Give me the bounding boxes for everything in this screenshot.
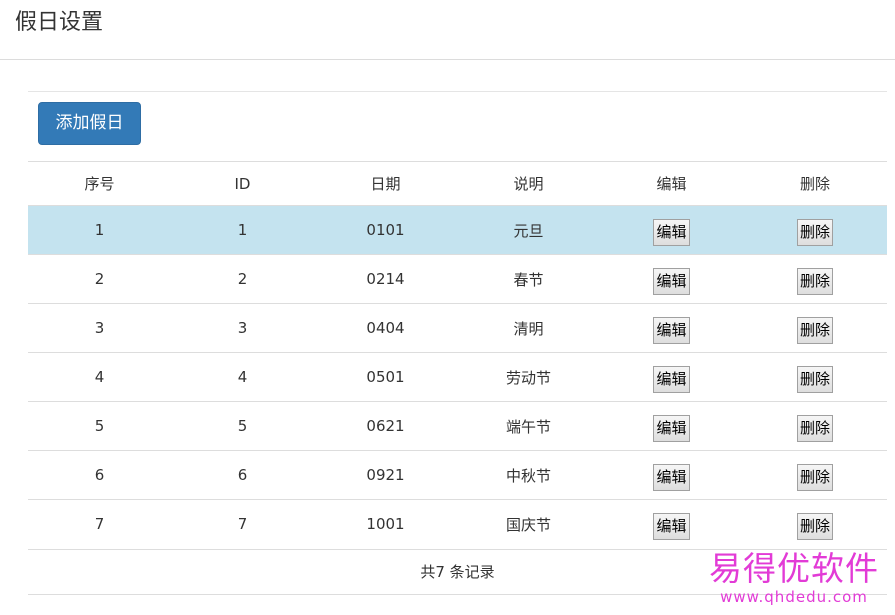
cell-date: 1001 <box>314 499 457 548</box>
table-row: 4 4 0501 劳动节 编辑 删除 <box>28 352 887 402</box>
holiday-settings-page: 假日设置 添加假日 序号 ID 日期 说明 编辑 删除 1 1 0101 元旦 编辑 删除… <box>0 0 895 615</box>
edit-button[interactable]: 编辑 <box>653 463 690 491</box>
cell-edit: 编辑 <box>600 254 743 304</box>
cell-description: 春节 <box>457 254 600 304</box>
table-row: 1 1 0101 元旦 编辑 删除 <box>28 205 887 255</box>
cell-seq: 5 <box>28 401 171 451</box>
edit-button[interactable]: 编辑 <box>653 267 690 295</box>
cell-date: 0214 <box>314 254 457 304</box>
cell-id: 1 <box>171 205 314 255</box>
delete-button[interactable]: 删除 <box>796 463 833 491</box>
add-holiday-button[interactable]: 添加假日 <box>38 102 141 145</box>
column-header-description: 说明 <box>457 161 600 206</box>
cell-edit: 编辑 <box>600 401 743 451</box>
delete-button[interactable]: 删除 <box>796 316 833 344</box>
cell-delete: 删除 <box>743 401 887 451</box>
column-header-edit: 编辑 <box>600 161 743 206</box>
edit-button[interactable]: 编辑 <box>653 512 690 540</box>
delete-button[interactable]: 删除 <box>796 414 833 442</box>
cell-date: 0501 <box>314 352 457 402</box>
cell-id: 2 <box>171 254 314 304</box>
edit-button[interactable]: 编辑 <box>653 365 690 393</box>
cell-id: 3 <box>171 303 314 353</box>
cell-id: 4 <box>171 352 314 402</box>
delete-button[interactable]: 删除 <box>796 365 833 393</box>
column-header-delete: 删除 <box>743 161 887 206</box>
cell-id: 7 <box>171 499 314 548</box>
cell-seq: 6 <box>28 450 171 500</box>
cell-edit: 编辑 <box>600 352 743 402</box>
edit-button[interactable]: 编辑 <box>653 316 690 344</box>
holiday-panel: 添加假日 序号 ID 日期 说明 编辑 删除 1 1 0101 元旦 编辑 删除 2 2 021… <box>28 91 887 595</box>
cell-seq: 4 <box>28 352 171 402</box>
cell-date: 0404 <box>314 303 457 353</box>
table-row: 5 5 0621 端午节 编辑 删除 <box>28 401 887 451</box>
cell-date: 0621 <box>314 401 457 451</box>
delete-button[interactable]: 删除 <box>796 267 833 295</box>
table-row: 2 2 0214 春节 编辑 删除 <box>28 254 887 304</box>
cell-delete: 删除 <box>743 254 887 304</box>
watermark-title: 易得优软件 <box>709 549 879 588</box>
cell-seq: 3 <box>28 303 171 353</box>
column-header-id: ID <box>171 161 314 206</box>
page-header: 假日设置 <box>0 0 895 60</box>
cell-edit: 编辑 <box>600 205 743 255</box>
cell-id: 6 <box>171 450 314 500</box>
table-header-row: 序号 ID 日期 说明 编辑 删除 <box>28 161 887 206</box>
cell-seq: 2 <box>28 254 171 304</box>
cell-id: 5 <box>171 401 314 451</box>
cell-edit: 编辑 <box>600 303 743 353</box>
watermark-url: www.qhdedu.com <box>720 588 868 606</box>
cell-description: 清明 <box>457 303 600 353</box>
cell-seq: 7 <box>28 499 171 548</box>
watermark-logo: 易得优软件 www.qhdedu.com <box>709 549 879 605</box>
table-row: 6 6 0921 中秋节 编辑 删除 <box>28 450 887 500</box>
delete-button[interactable]: 删除 <box>796 512 833 540</box>
cell-description: 中秋节 <box>457 450 600 500</box>
cell-description: 国庆节 <box>457 499 600 548</box>
cell-date: 0921 <box>314 450 457 500</box>
holiday-table-body: 1 1 0101 元旦 编辑 删除 2 2 0214 春节 编辑 删除 3 3 0404 清明 编辑 删除 4 4 05… <box>28 205 887 548</box>
page-title: 假日设置 <box>15 10 104 35</box>
holiday-table: 序号 ID 日期 说明 编辑 删除 1 1 0101 元旦 编辑 删除 2 2 0214 春节 编辑… <box>28 161 887 548</box>
cell-edit: 编辑 <box>600 499 743 548</box>
cell-description: 端午节 <box>457 401 600 451</box>
cell-delete: 删除 <box>743 352 887 402</box>
cell-delete: 删除 <box>743 499 887 548</box>
column-header-date: 日期 <box>314 161 457 206</box>
column-header-seq: 序号 <box>28 161 171 206</box>
delete-button[interactable]: 删除 <box>796 218 833 246</box>
cell-seq: 1 <box>28 205 171 255</box>
cell-date: 0101 <box>314 205 457 255</box>
cell-description: 劳动节 <box>457 352 600 402</box>
cell-description: 元旦 <box>457 205 600 255</box>
edit-button[interactable]: 编辑 <box>653 414 690 442</box>
cell-delete: 删除 <box>743 205 887 255</box>
cell-edit: 编辑 <box>600 450 743 500</box>
table-row: 7 7 1001 国庆节 编辑 删除 <box>28 499 887 548</box>
edit-button[interactable]: 编辑 <box>653 218 690 246</box>
cell-delete: 删除 <box>743 303 887 353</box>
cell-delete: 删除 <box>743 450 887 500</box>
table-row: 3 3 0404 清明 编辑 删除 <box>28 303 887 353</box>
